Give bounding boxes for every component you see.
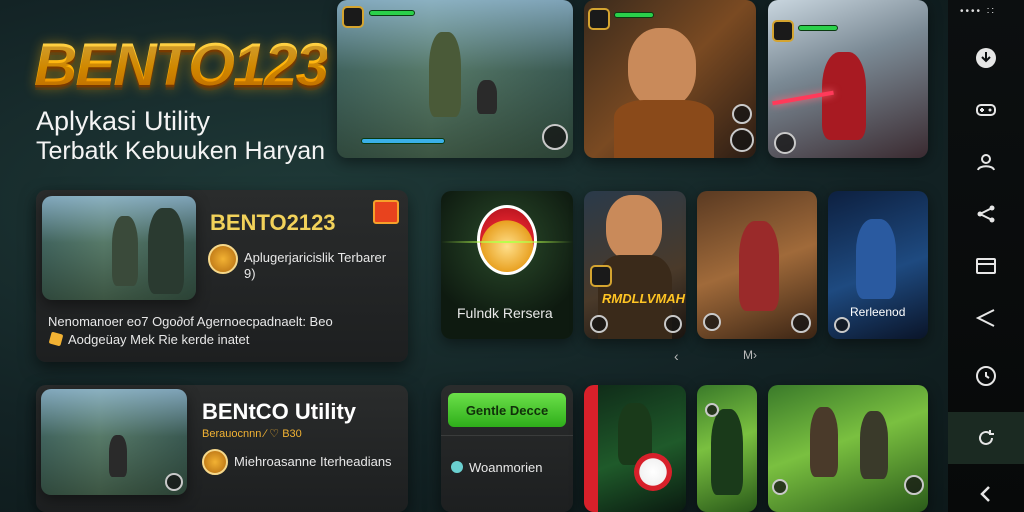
- tagline-line-1: Aplykasi Utility: [36, 106, 211, 136]
- blue-hero-tile[interactable]: Rerleenod: [828, 191, 928, 339]
- user-icon[interactable]: [948, 136, 1024, 188]
- creature-tile[interactable]: [584, 385, 686, 512]
- brand-logo: BENTO123: [34, 31, 329, 98]
- action-button-icon[interactable]: [542, 124, 568, 150]
- card-icon[interactable]: [948, 240, 1024, 292]
- player-avatar-icon: [342, 6, 364, 28]
- pager-next[interactable]: M›: [743, 348, 757, 362]
- featured-badge: [373, 200, 399, 224]
- featured-app-card[interactable]: BENTO2123 Aplugerjaricislik Terbarer 9) …: [36, 190, 408, 362]
- right-sidebar: •••• ∶∶: [948, 0, 1024, 512]
- utility-description: Miehroasanne Iterheadians: [234, 454, 392, 469]
- attack-button-icon[interactable]: [730, 128, 754, 152]
- status-indicator: •••• ∶∶: [960, 6, 996, 17]
- green-warrior-tile[interactable]: [697, 385, 757, 512]
- gamepad-icon[interactable]: [948, 84, 1024, 136]
- mascot-tile[interactable]: Fulndk Rersera: [441, 191, 573, 339]
- app-icon: [208, 244, 238, 274]
- mascot-icon: [477, 205, 537, 275]
- utility-app-card[interactable]: BENtCO Utility Berauocnnn ∕ ♡ B30 Miehro…: [36, 385, 408, 512]
- back-icon[interactable]: [948, 468, 1024, 512]
- tagline-line-2: Terbatk Kebuuken Haryan: [36, 137, 326, 165]
- utility-meta: Berauocnnn ∕ ♡ B30: [202, 428, 302, 440]
- game-screenshot-soldier[interactable]: [337, 0, 573, 158]
- game-screenshot-hero-portrait[interactable]: [584, 0, 756, 158]
- player-avatar-icon: [588, 8, 610, 30]
- item-icon: [451, 461, 463, 473]
- panel-item-label[interactable]: Woanmorien: [469, 460, 542, 475]
- game-screenshot-red-hero[interactable]: [768, 0, 928, 158]
- action-panel: Gentle Decce Woanmorien: [441, 385, 573, 512]
- pager-prev[interactable]: ‹: [674, 348, 679, 364]
- download-icon[interactable]: [948, 32, 1024, 84]
- featured-description: Nenomanoer eo7 Ogo∂of Agernoecpadnaelt: …: [48, 314, 333, 329]
- send-icon[interactable]: [948, 292, 1024, 344]
- character-tile[interactable]: RMDLLVMAH: [584, 191, 686, 339]
- battle-tile[interactable]: [768, 385, 928, 512]
- share-icon[interactable]: [948, 188, 1024, 240]
- utility-title: BENtCO Utility: [202, 399, 356, 424]
- featured-subtitle-2: 9): [244, 266, 256, 281]
- warrior-tile[interactable]: [697, 191, 817, 339]
- featured-thumbnail: [42, 196, 196, 300]
- note-icon: [48, 331, 64, 347]
- primary-action-button[interactable]: Gentle Decce: [448, 393, 566, 427]
- utility-thumbnail: [41, 389, 187, 495]
- featured-title: BENTO2123: [210, 210, 336, 235]
- refresh-icon[interactable]: [948, 412, 1024, 464]
- compass-icon[interactable]: [948, 350, 1024, 402]
- mascot-label: Fulndk Rersera: [457, 305, 553, 321]
- skill-button-icon[interactable]: [732, 104, 752, 124]
- creature-mascot-icon: [634, 453, 672, 491]
- health-bar: [369, 10, 415, 16]
- featured-note: Aodgeüay Mek Rie kerde inatet: [68, 332, 250, 347]
- blue-hero-label: Rerleenod: [850, 305, 906, 319]
- utility-app-icon: [202, 449, 228, 475]
- featured-subtitle: Aplugerjaricislik Terbarer: [244, 250, 387, 265]
- character-banner: RMDLLVMAH: [602, 291, 686, 306]
